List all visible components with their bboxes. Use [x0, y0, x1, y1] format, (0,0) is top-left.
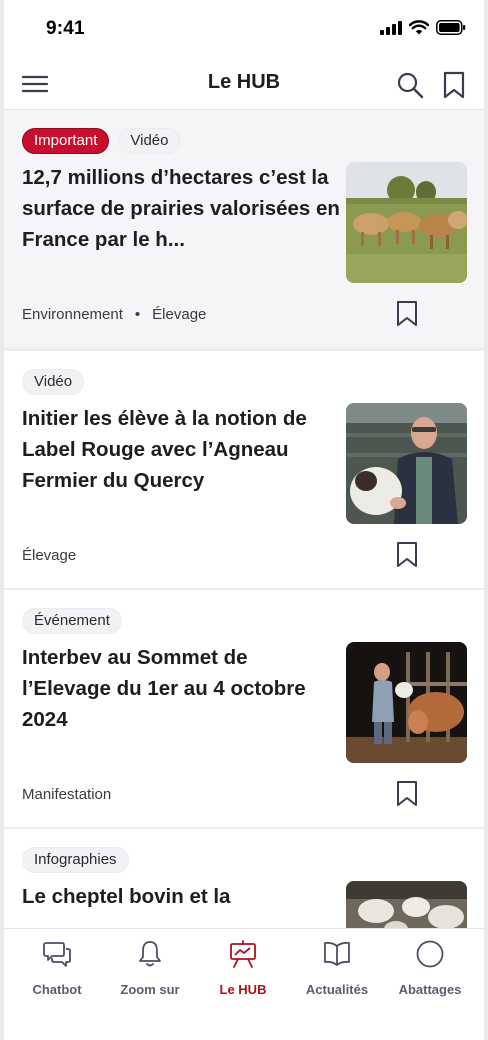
farmer-feeding-calves-image: [346, 642, 467, 763]
tag-list: Infographies: [22, 847, 129, 873]
circle-icon: [416, 940, 444, 968]
bookmark-icon: [397, 781, 417, 806]
tab-label: Abattages: [398, 982, 462, 997]
tag-event: Événement: [22, 608, 122, 634]
news-feed[interactable]: Important Vidéo 12,7 millions d’hectares…: [4, 110, 484, 928]
article-categories: Élevage: [22, 547, 76, 564]
article-thumbnail: [346, 881, 467, 928]
wifi-icon: [409, 20, 429, 35]
article-thumbnail: [346, 642, 467, 763]
tab-actualites[interactable]: Actualités: [290, 939, 384, 1009]
bookmark-icon: [443, 71, 465, 99]
app-screen: 9:41 Le HUB Important Vidéo 12,7 million…: [4, 0, 484, 1040]
bookmarks-button[interactable]: [442, 71, 466, 99]
chat-bubbles-icon: [43, 942, 71, 967]
article-categories: Manifestation: [22, 786, 111, 803]
app-header: Le HUB: [4, 58, 484, 110]
category-label: Environnement: [22, 306, 123, 323]
article-card[interactable]: Vidéo Initier les élève à la notion de L…: [4, 351, 484, 588]
article-title[interactable]: Interbev au Sommet de l’Elevage du 1er a…: [22, 642, 342, 735]
search-icon: [397, 72, 424, 99]
tab-label: Zoom sur: [120, 982, 180, 997]
tab-zoom-sur[interactable]: Zoom sur: [103, 939, 197, 1009]
tab-abattages[interactable]: Abattages: [383, 939, 477, 1009]
bookmark-icon: [397, 301, 417, 326]
article-thumbnail: [346, 162, 467, 283]
category-separator: •: [134, 306, 141, 323]
save-article-button[interactable]: [396, 780, 418, 807]
tab-label: Chatbot: [32, 982, 82, 997]
category-label: Élevage: [22, 547, 77, 564]
presentation-board-icon: [230, 940, 256, 968]
bookmark-icon: [397, 542, 417, 567]
tag-infographics: Infographies: [22, 847, 129, 873]
tab-chatbot[interactable]: Chatbot: [10, 939, 104, 1009]
save-article-button[interactable]: [396, 541, 418, 568]
farmer-with-lamb-image: [346, 403, 467, 524]
open-book-icon: [324, 941, 350, 966]
search-button[interactable]: [396, 71, 424, 99]
tab-label: Le HUB: [219, 982, 267, 997]
tag-video: Vidéo: [118, 128, 181, 154]
article-title[interactable]: 12,7 millions d’hectares c’est la surfac…: [22, 162, 342, 255]
article-categories: Environnement • Élevage: [22, 306, 206, 323]
category-label: Manifestation: [22, 786, 112, 803]
tag-list: Vidéo: [22, 369, 85, 395]
status-time: 9:41: [46, 18, 85, 39]
bottom-tab-bar: Chatbot Zoom sur Le HUB Actualités Abatt…: [4, 928, 484, 1040]
save-article-button[interactable]: [396, 300, 418, 327]
cellular-signal-icon: [380, 20, 402, 35]
battery-icon: [436, 20, 466, 35]
article-card[interactable]: Événement Interbev au Sommet de l’Elevag…: [4, 590, 484, 827]
tag-list: Important Vidéo: [22, 128, 181, 154]
tag-video: Vidéo: [22, 369, 85, 395]
article-card[interactable]: Important Vidéo 12,7 millions d’hectares…: [4, 110, 484, 347]
status-bar: 9:41: [4, 0, 484, 58]
tag-list: Événement: [22, 608, 122, 634]
article-title[interactable]: Initier les élève à la notion de Label R…: [22, 403, 342, 496]
tag-important: Important: [22, 128, 110, 154]
article-title[interactable]: Le cheptel bovin et la: [22, 881, 342, 912]
article-thumbnail: [346, 403, 467, 524]
bell-icon: [139, 941, 161, 967]
cows-in-pasture-image: [346, 162, 467, 283]
sheep-in-barn-image: [346, 881, 467, 928]
tab-label: Actualités: [305, 982, 369, 997]
tab-le-hub[interactable]: Le HUB: [196, 939, 290, 1009]
article-card[interactable]: Infographies Le cheptel bovin et la: [4, 829, 484, 928]
status-icons: [380, 20, 466, 35]
category-label: Élevage: [152, 306, 207, 323]
